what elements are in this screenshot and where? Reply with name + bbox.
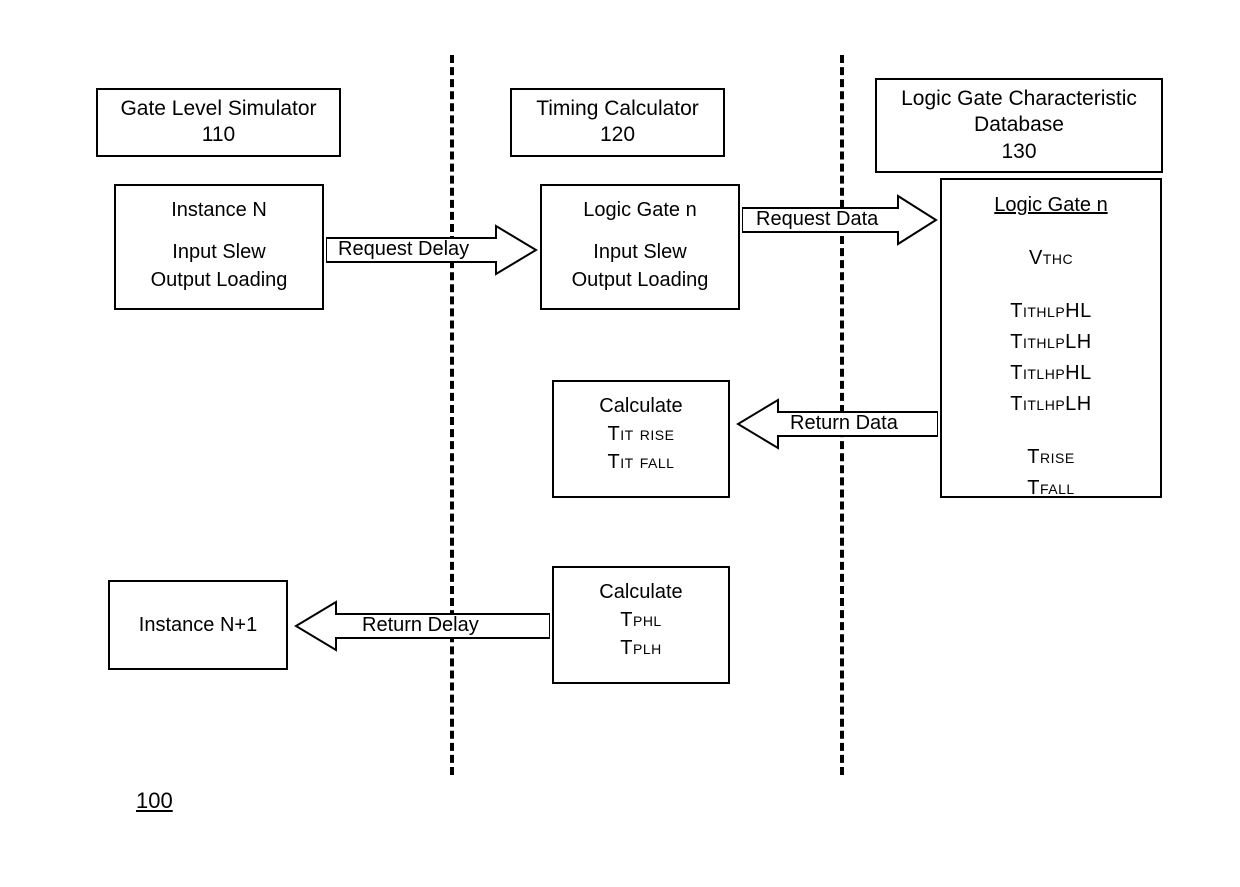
arrow-request-delay: Request Delay: [326, 222, 538, 278]
db-param: TithlpLH: [954, 327, 1148, 358]
node-line: Input Slew: [126, 238, 312, 266]
node-title: Instance N: [126, 196, 312, 224]
arrow-return-data: Return Data: [732, 396, 938, 452]
arrow-label: Request Data: [756, 208, 878, 231]
header-gate-level-simulator: Gate Level Simulator 110: [96, 88, 341, 157]
header-title: Logic Gate Characteristic Database: [885, 86, 1153, 139]
node-calculate-tit: Calculate Tit rise Tit fall: [552, 380, 730, 498]
node-line: Tplh: [564, 634, 718, 662]
figure-reference: 100: [136, 788, 173, 814]
header-id: 120: [520, 122, 715, 148]
node-line: Input Slew: [552, 238, 728, 266]
db-param: TitlhpHL: [954, 358, 1148, 389]
node-db-logic-gate-n: Logic Gate n Vthc TithlpHL TithlpLH Titl…: [940, 178, 1162, 498]
arrow-label: Return Data: [790, 412, 898, 435]
arrow-label: Return Delay: [362, 614, 479, 637]
arrow-label: Request Delay: [338, 238, 469, 261]
db-vthc: Vthc: [954, 243, 1148, 274]
db-title: Logic Gate n: [954, 190, 1148, 221]
arrow-request-data: Request Data: [742, 192, 938, 248]
node-logic-gate-n-inputs: Logic Gate n Input Slew Output Loading: [540, 184, 740, 310]
db-param: TitlhpLH: [954, 389, 1148, 420]
node-instance-n-plus-1: Instance N+1: [108, 580, 288, 670]
arrow-return-delay: Return Delay: [290, 598, 550, 654]
node-title: Calculate: [564, 392, 718, 420]
header-timing-calculator: Timing Calculator 120: [510, 88, 725, 157]
node-title: Logic Gate n: [552, 196, 728, 224]
node-line: Tit fall: [564, 448, 718, 476]
node-title: Instance N+1: [139, 611, 257, 639]
diagram-canvas: Gate Level Simulator 110 Timing Calculat…: [0, 0, 1240, 887]
node-instance-n: Instance N Input Slew Output Loading: [114, 184, 324, 310]
db-trise: Trise: [954, 442, 1148, 473]
node-line: Output Loading: [126, 266, 312, 294]
db-param: TithlpHL: [954, 296, 1148, 327]
node-line: Tphl: [564, 606, 718, 634]
header-title: Gate Level Simulator: [106, 96, 331, 122]
node-title: Calculate: [564, 578, 718, 606]
node-line: Tit rise: [564, 420, 718, 448]
header-id: 110: [106, 122, 331, 148]
column-separator-1: [450, 55, 454, 775]
db-tfall: Tfall: [954, 473, 1148, 504]
header-id: 130: [885, 139, 1153, 165]
node-calculate-tp: Calculate Tphl Tplh: [552, 566, 730, 684]
node-line: Output Loading: [552, 266, 728, 294]
header-logic-gate-database: Logic Gate Characteristic Database 130: [875, 78, 1163, 173]
header-title: Timing Calculator: [520, 96, 715, 122]
